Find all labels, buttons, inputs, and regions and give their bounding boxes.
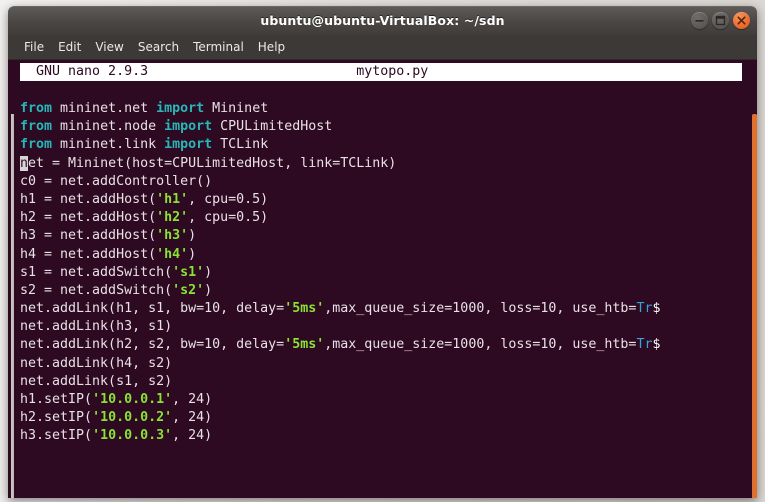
code-token: ,max_queue_size=1000, loss=10, use_htb= (324, 301, 637, 317)
code-token: , cpu=0.5) (188, 191, 269, 207)
code-line: net.addLink(h3, s1) (20, 318, 746, 336)
code-token: '5ms' (284, 337, 325, 353)
code-line: h2.setIP('10.0.0.2', 24) (20, 409, 746, 427)
terminal-view[interactable]: GNU nano 2.9.3 mytopo.py from mininet.ne… (8, 60, 757, 498)
code-token: from (20, 119, 53, 135)
code-token: h3.setIP( (20, 428, 93, 444)
menu-terminal[interactable]: Terminal (186, 38, 251, 56)
menu-help[interactable]: Help (251, 38, 292, 56)
code-token: import (164, 137, 213, 153)
code-token: Tr (636, 301, 653, 317)
menubar: File Edit View Search Terminal Help (8, 35, 757, 60)
code-line: h4 = net.addHost('h4') (20, 246, 746, 264)
code-token: et = Mininet(host=CPULimitedHost, link=T… (28, 155, 397, 171)
code-token: 'h4' (156, 246, 189, 262)
code-line: net.addLink(s1, s2) (20, 373, 746, 391)
code-token: import (164, 119, 213, 135)
code-token: , 24) (172, 410, 213, 426)
code-token: Tr (636, 337, 653, 353)
text-cursor: n (20, 155, 29, 171)
code-token: 'h1' (156, 191, 189, 207)
code-token: net.addLink(h3, s1) (20, 319, 173, 335)
code-line: s1 = net.addSwitch('s1') (20, 264, 746, 282)
code-line: h1.setIP('10.0.0.1', 24) (20, 391, 746, 409)
terminal-scrollbar[interactable] (752, 114, 757, 498)
code-token: net.addLink(h2, s2, bw=10, delay= (20, 337, 285, 353)
code-token: '10.0.0.2' (92, 410, 173, 426)
code-token: import (156, 101, 205, 116)
code-token: 's2' (172, 282, 205, 298)
code-token: h3 = net.addHost( (20, 228, 157, 244)
code-token: mininet.node (52, 119, 165, 135)
menu-search[interactable]: Search (131, 38, 186, 56)
nano-header-bar: GNU nano 2.9.3 mytopo.py (20, 63, 742, 81)
maximize-button[interactable] (712, 12, 729, 29)
code-line: c0 = net.addController() (20, 173, 746, 191)
code-token: h4 = net.addHost( (20, 246, 157, 262)
code-line: net.addLink(h2, s2, bw=10, delay='5ms',m… (20, 336, 746, 354)
code-token: ) (188, 246, 197, 262)
code-token: mininet.net (52, 101, 157, 116)
code-token: s1 = net.addSwitch( (20, 264, 173, 280)
code-line: from mininet.node import CPULimitedHost (20, 118, 746, 136)
code-token: , 24) (172, 392, 213, 407)
code-token: mininet.link (52, 137, 165, 153)
code-token: ) (188, 228, 197, 244)
code-token: h2 = net.addHost( (20, 210, 157, 226)
code-token: '10.0.0.3' (92, 428, 173, 444)
code-token: h1 = net.addHost( (20, 191, 157, 207)
close-button[interactable] (733, 12, 750, 29)
code-line: h3.setIP('10.0.0.3', 24) (20, 427, 746, 445)
code-token: s2 = net.addSwitch( (20, 282, 173, 298)
code-token: '10.0.0.1' (92, 392, 173, 407)
code-token: ,max_queue_size=1000, loss=10, use_htb= (324, 337, 637, 353)
window-titlebar[interactable]: ubuntu@ubuntu-VirtualBox: ~/sdn (8, 6, 757, 35)
menu-view[interactable]: View (88, 38, 130, 56)
nano-text-area[interactable]: from mininet.net import Mininet from mini… (20, 100, 746, 446)
code-token: CPULimitedHost (212, 119, 333, 135)
code-token: net.addLink(h4, s2) (20, 355, 173, 371)
menu-file[interactable]: File (17, 38, 51, 56)
scrollbar-thumb[interactable] (752, 114, 757, 498)
code-token: 'h3' (156, 228, 189, 244)
code-token: c0 = net.addController() (20, 173, 213, 189)
code-token: $ (652, 301, 661, 317)
window-controls (691, 12, 750, 29)
minimize-button[interactable] (691, 12, 708, 29)
code-line: from mininet.net import Mininet (20, 100, 746, 118)
code-line: h2 = net.addHost('h2', cpu=0.5) (20, 209, 746, 227)
code-line: from mininet.link import TCLink (20, 136, 746, 154)
code-token: ) (204, 282, 213, 298)
code-line: net = Mininet(host=CPULimitedHost, link=… (20, 155, 746, 173)
menu-edit[interactable]: Edit (51, 38, 88, 56)
code-token: Mininet (204, 101, 269, 116)
terminal-window: ubuntu@ubuntu-VirtualBox: ~/sdn File Edi… (8, 6, 757, 498)
code-token: $ (652, 337, 661, 353)
code-token: TCLink (212, 137, 269, 153)
code-token: net.addLink(s1, s2) (20, 373, 173, 389)
window-left-edge (11, 114, 14, 498)
code-line: h1 = net.addHost('h1', cpu=0.5) (20, 191, 746, 209)
code-token: h1.setIP( (20, 392, 93, 407)
code-token: ) (204, 264, 213, 280)
code-token: from (20, 137, 53, 153)
code-token: h2.setIP( (20, 410, 93, 426)
code-token: 'h2' (156, 210, 189, 226)
code-line: h3 = net.addHost('h3') (20, 227, 746, 245)
code-token: '5ms' (284, 301, 325, 317)
code-line: net.addLink(h4, s2) (20, 355, 746, 373)
window-title: ubuntu@ubuntu-VirtualBox: ~/sdn (260, 13, 505, 28)
code-token: , 24) (172, 428, 213, 444)
code-line: s2 = net.addSwitch('s2') (20, 282, 746, 300)
code-line: net.addLink(h1, s1, bw=10, delay='5ms',m… (20, 300, 746, 318)
code-token: net.addLink(h1, s1, bw=10, delay= (20, 301, 285, 317)
code-token: from (20, 101, 53, 116)
code-token: 's1' (172, 264, 205, 280)
code-token: , cpu=0.5) (188, 210, 269, 226)
